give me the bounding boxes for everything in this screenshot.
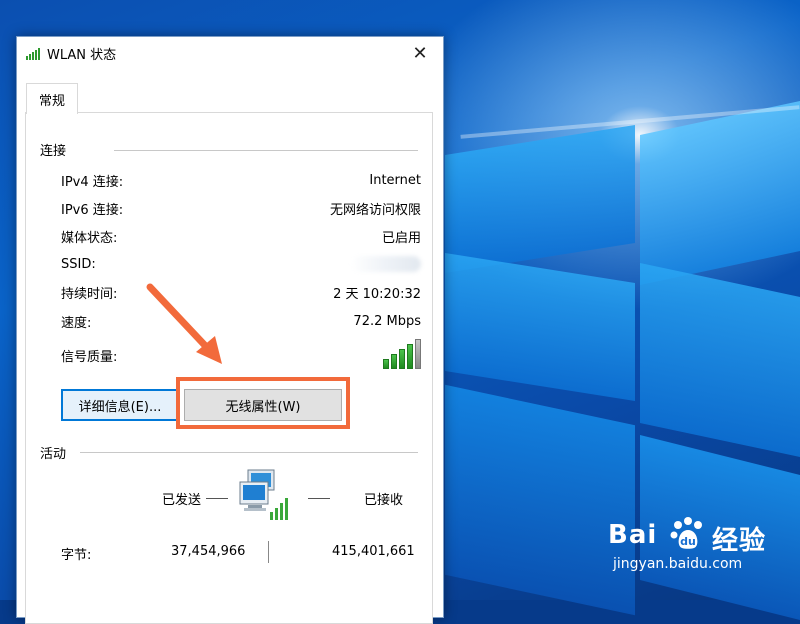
media-state-value: 已启用 [381, 230, 421, 246]
ipv4-row: IPv4 连接: Internet [61, 170, 421, 190]
wlan-status-dialog: WLAN 状态 ✕ 常规 连接 IPv4 连接: Internet IPv6 连… [16, 36, 444, 624]
signal-bar [415, 339, 421, 369]
signal-bar [399, 349, 405, 369]
activity-section-title: 活动 [40, 447, 67, 462]
connection-section-title: 连接 [40, 144, 67, 159]
wlan-signal-icon [26, 46, 42, 60]
highlight-box [176, 377, 350, 429]
duration-label: 持续时间: [61, 286, 118, 302]
bytes-sent-value: 37,454,966 [171, 544, 246, 559]
ipv4-label: IPv4 连接: [61, 174, 124, 190]
tab-panel-general: 连接 IPv4 连接: Internet IPv6 连接: 无网络访问权限 媒体… [25, 112, 433, 624]
ipv4-value: Internet [369, 172, 421, 188]
signal-quality-row: 信号质量: [61, 339, 421, 371]
bytes-label: 字节: [61, 548, 92, 563]
svg-text:du: du [680, 535, 696, 548]
wallpaper-pane [445, 252, 635, 402]
ssid-row: SSID: [61, 254, 421, 274]
ssid-value-redacted [351, 256, 421, 272]
close-button[interactable]: ✕ [397, 37, 443, 69]
signal-bar [391, 354, 397, 369]
received-label: 已接收 [364, 493, 404, 508]
ipv6-label: IPv6 连接: [61, 202, 124, 218]
duration-value: 2 天 10:20:32 [333, 286, 421, 302]
signal-strength-icon [383, 339, 421, 369]
ipv6-row: IPv6 连接: 无网络访问权限 [61, 198, 421, 218]
wallpaper-pane [445, 384, 635, 616]
sent-dash [206, 498, 228, 499]
baidu-watermark: Bai du 经验 jingyan.baidu.com [608, 510, 778, 580]
window-title: WLAN 状态 [47, 47, 117, 63]
media-state-row: 媒体状态: 已启用 [61, 226, 421, 246]
wallpaper-pane [445, 124, 635, 274]
ssid-label: SSID: [61, 256, 96, 272]
watermark-brand-left: Bai [608, 520, 658, 550]
speed-value: 72.2 Mbps [353, 313, 421, 329]
bytes-divider [268, 541, 269, 563]
paw-icon: du [670, 517, 702, 549]
watermark-brand-right: 经验 [712, 526, 767, 556]
wallpaper-pane [640, 262, 800, 458]
signal-bar [407, 344, 413, 369]
signal-quality-label: 信号质量: [61, 349, 118, 365]
section-divider [114, 150, 418, 151]
sent-label: 已发送 [162, 493, 202, 508]
bytes-received-value: 415,401,661 [332, 544, 415, 559]
ipv6-value: 无网络访问权限 [329, 202, 421, 218]
duration-row: 持续时间: 2 天 10:20:32 [61, 282, 421, 302]
watermark-url: jingyan.baidu.com [613, 556, 743, 572]
speed-label: 速度: [61, 315, 92, 331]
title-bar[interactable]: WLAN 状态 ✕ [17, 37, 443, 69]
signal-bar [383, 359, 389, 369]
wallpaper-pane [640, 100, 800, 286]
media-state-label: 媒体状态: [61, 230, 118, 246]
network-computers-icon [239, 469, 288, 520]
received-dash [308, 498, 330, 499]
details-button[interactable]: 详细信息(E)... [61, 389, 179, 421]
section-divider [80, 452, 418, 453]
speed-row: 速度: 72.2 Mbps [61, 311, 421, 331]
tab-general[interactable]: 常规 [26, 83, 78, 114]
